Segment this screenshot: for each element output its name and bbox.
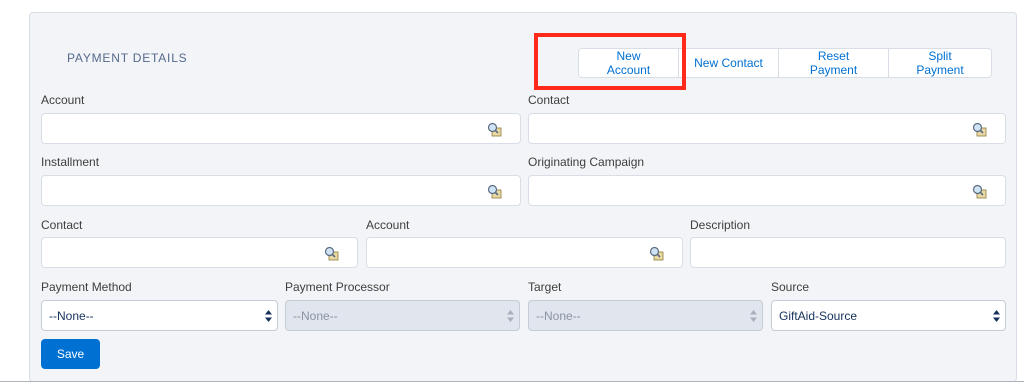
- contact-label-2: Contact: [41, 218, 83, 232]
- payment-processor-select: --None--: [285, 300, 520, 331]
- lookup-icon[interactable]: [487, 122, 502, 137]
- originating-campaign-lookup-field[interactable]: [528, 175, 1006, 206]
- new-contact-button[interactable]: New Contact: [678, 48, 779, 78]
- save-button[interactable]: Save: [41, 339, 100, 369]
- new-account-button[interactable]: New Account: [578, 48, 679, 78]
- originating-campaign-label: Originating Campaign: [528, 155, 645, 169]
- installment-label: Installment: [41, 155, 100, 169]
- payment-method-select[interactable]: --None--: [41, 300, 278, 331]
- action-button-group: New Account New Contact Reset Payment Sp…: [578, 48, 992, 78]
- split-payment-button[interactable]: Split Payment: [888, 48, 992, 78]
- select-arrows-icon: [750, 310, 757, 322]
- payment-processor-label: Payment Processor: [285, 280, 390, 294]
- source-label: Source: [771, 280, 810, 294]
- select-arrows-icon: [993, 310, 1000, 322]
- account-lookup-field-2[interactable]: [366, 237, 683, 268]
- contact-label: Contact: [528, 93, 570, 107]
- select-arrows-icon: [265, 310, 272, 322]
- installment-lookup-field[interactable]: [41, 175, 521, 206]
- payment-method-label: Payment Method: [41, 280, 132, 294]
- payment-method-value: --None--: [49, 308, 94, 323]
- target-label: Target: [528, 280, 562, 294]
- target-select: --None--: [528, 300, 763, 331]
- lookup-icon[interactable]: [972, 122, 987, 137]
- account-label: Account: [41, 93, 85, 107]
- lookup-icon[interactable]: [972, 184, 987, 199]
- divider: [0, 381, 1024, 382]
- lookup-icon[interactable]: [649, 246, 664, 261]
- payment-processor-value: --None--: [293, 308, 338, 323]
- section-title: PAYMENT DETAILS: [67, 51, 188, 65]
- account-lookup-field[interactable]: [41, 113, 521, 144]
- source-value: GiftAid-Source: [779, 308, 858, 323]
- description-label: Description: [690, 218, 751, 232]
- lookup-icon[interactable]: [487, 184, 502, 199]
- contact-lookup-field-2[interactable]: [41, 237, 358, 268]
- contact-lookup-field[interactable]: [528, 113, 1006, 144]
- description-field[interactable]: [690, 237, 1006, 268]
- lookup-icon[interactable]: [324, 246, 339, 261]
- select-arrows-icon: [507, 310, 514, 322]
- source-select[interactable]: GiftAid-Source: [771, 300, 1006, 331]
- target-value: --None--: [536, 308, 581, 323]
- account-label-2: Account: [366, 218, 410, 232]
- reset-payment-button[interactable]: Reset Payment: [778, 48, 889, 78]
